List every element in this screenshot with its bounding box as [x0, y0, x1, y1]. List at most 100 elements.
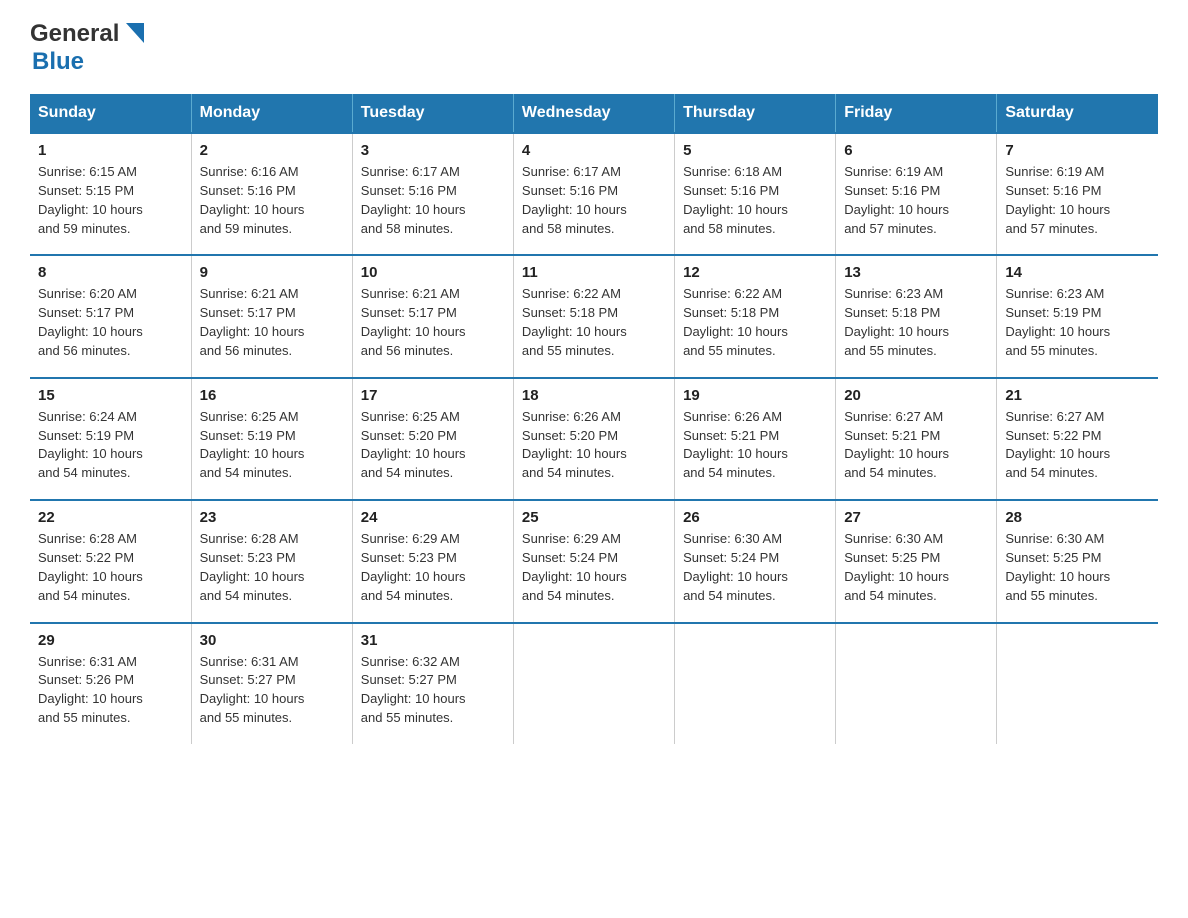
- day-info: Sunrise: 6:31 AMSunset: 5:27 PMDaylight:…: [200, 654, 305, 726]
- week-row-3: 15Sunrise: 6:24 AMSunset: 5:19 PMDayligh…: [30, 378, 1158, 500]
- day-number: 25: [522, 509, 666, 526]
- day-cell: 6 Sunrise: 6:19 AMSunset: 5:16 PMDaylight…: [836, 133, 997, 255]
- day-cell: 26 Sunrise: 6:30 AMSunset: 5:24 PMDayligh…: [675, 500, 836, 622]
- day-cell: [836, 623, 997, 744]
- day-number: 15: [38, 387, 183, 404]
- day-cell: 8 Sunrise: 6:20 AMSunset: 5:17 PMDaylight…: [30, 255, 191, 377]
- day-number: 24: [361, 509, 505, 526]
- day-cell: 21 Sunrise: 6:27 AMSunset: 5:22 PMDayligh…: [997, 378, 1158, 500]
- day-cell: 30Sunrise: 6:31 AMSunset: 5:27 PMDayligh…: [191, 623, 352, 744]
- day-info: Sunrise: 6:28 AMSunset: 5:23 PMDaylight:…: [200, 531, 305, 603]
- day-number: 20: [844, 387, 988, 404]
- day-number: 22: [38, 509, 183, 526]
- logo-arrow-icon: [122, 23, 144, 48]
- header-cell-monday: Monday: [191, 94, 352, 133]
- day-cell: 23 Sunrise: 6:28 AMSunset: 5:23 PMDayligh…: [191, 500, 352, 622]
- day-cell: 7Sunrise: 6:19 AMSunset: 5:16 PMDaylight…: [997, 133, 1158, 255]
- day-number: 23: [200, 509, 344, 526]
- logo-blue-label: Blue: [32, 48, 84, 75]
- day-cell: 9 Sunrise: 6:21 AMSunset: 5:17 PMDaylight…: [191, 255, 352, 377]
- day-info: Sunrise: 6:29 AMSunset: 5:23 PMDaylight:…: [361, 531, 466, 603]
- calendar-body: 1Sunrise: 6:15 AMSunset: 5:15 PMDaylight…: [30, 133, 1158, 744]
- header-row: SundayMondayTuesdayWednesdayThursdayFrid…: [30, 94, 1158, 133]
- week-row-1: 1Sunrise: 6:15 AMSunset: 5:15 PMDaylight…: [30, 133, 1158, 255]
- day-cell: 27 Sunrise: 6:30 AMSunset: 5:25 PMDayligh…: [836, 500, 997, 622]
- day-info: Sunrise: 6:15 AMSunset: 5:15 PMDaylight:…: [38, 164, 143, 236]
- week-row-4: 22Sunrise: 6:28 AMSunset: 5:22 PMDayligh…: [30, 500, 1158, 622]
- logo-bottom-row: Blue: [30, 48, 144, 76]
- day-cell: 15Sunrise: 6:24 AMSunset: 5:19 PMDayligh…: [30, 378, 191, 500]
- day-cell: 12Sunrise: 6:22 AMSunset: 5:18 PMDayligh…: [675, 255, 836, 377]
- day-number: 11: [522, 264, 666, 281]
- day-number: 10: [361, 264, 505, 281]
- logo: General Blue: [30, 20, 144, 76]
- day-number: 2: [200, 142, 344, 159]
- day-cell: 1Sunrise: 6:15 AMSunset: 5:15 PMDaylight…: [30, 133, 191, 255]
- day-info: Sunrise: 6:30 AMSunset: 5:25 PMDaylight:…: [844, 531, 949, 603]
- day-info: Sunrise: 6:25 AMSunset: 5:19 PMDaylight:…: [200, 409, 305, 481]
- day-cell: 13Sunrise: 6:23 AMSunset: 5:18 PMDayligh…: [836, 255, 997, 377]
- day-number: 4: [522, 142, 666, 159]
- day-cell: 18 Sunrise: 6:26 AMSunset: 5:20 PMDayligh…: [513, 378, 674, 500]
- day-cell: 10 Sunrise: 6:21 AMSunset: 5:17 PMDayligh…: [352, 255, 513, 377]
- day-info: Sunrise: 6:31 AMSunset: 5:26 PMDaylight:…: [38, 654, 143, 726]
- day-cell: 11 Sunrise: 6:22 AMSunset: 5:18 PMDayligh…: [513, 255, 674, 377]
- day-info: Sunrise: 6:19 AMSunset: 5:16 PMDaylight:…: [844, 164, 949, 236]
- day-number: 13: [844, 264, 988, 281]
- day-cell: 16 Sunrise: 6:25 AMSunset: 5:19 PMDayligh…: [191, 378, 352, 500]
- day-number: 6: [844, 142, 988, 159]
- day-cell: 22Sunrise: 6:28 AMSunset: 5:22 PMDayligh…: [30, 500, 191, 622]
- day-cell: 29 Sunrise: 6:31 AMSunset: 5:26 PMDayligh…: [30, 623, 191, 744]
- day-cell: [513, 623, 674, 744]
- day-info: Sunrise: 6:26 AMSunset: 5:20 PMDaylight:…: [522, 409, 627, 481]
- day-info: Sunrise: 6:20 AMSunset: 5:17 PMDaylight:…: [38, 286, 143, 358]
- day-info: Sunrise: 6:17 AMSunset: 5:16 PMDaylight:…: [522, 164, 627, 236]
- day-info: Sunrise: 6:18 AMSunset: 5:16 PMDaylight:…: [683, 164, 788, 236]
- day-number: 8: [38, 264, 183, 281]
- day-info: Sunrise: 6:32 AMSunset: 5:27 PMDaylight:…: [361, 654, 466, 726]
- header-cell-wednesday: Wednesday: [513, 94, 674, 133]
- day-number: 29: [38, 632, 183, 649]
- day-info: Sunrise: 6:21 AMSunset: 5:17 PMDaylight:…: [361, 286, 466, 358]
- day-cell: 20 Sunrise: 6:27 AMSunset: 5:21 PMDayligh…: [836, 378, 997, 500]
- day-number: 26: [683, 509, 827, 526]
- day-cell: 17Sunrise: 6:25 AMSunset: 5:20 PMDayligh…: [352, 378, 513, 500]
- week-row-2: 8 Sunrise: 6:20 AMSunset: 5:17 PMDaylight…: [30, 255, 1158, 377]
- day-number: 9: [200, 264, 344, 281]
- day-cell: 3Sunrise: 6:17 AMSunset: 5:16 PMDaylight…: [352, 133, 513, 255]
- header-cell-friday: Friday: [836, 94, 997, 133]
- header-cell-saturday: Saturday: [997, 94, 1158, 133]
- day-info: Sunrise: 6:17 AMSunset: 5:16 PMDaylight:…: [361, 164, 466, 236]
- day-info: Sunrise: 6:27 AMSunset: 5:22 PMDaylight:…: [1005, 409, 1110, 481]
- day-info: Sunrise: 6:22 AMSunset: 5:18 PMDaylight:…: [683, 286, 788, 358]
- header-cell-sunday: Sunday: [30, 94, 191, 133]
- day-cell: [675, 623, 836, 744]
- day-number: 16: [200, 387, 344, 404]
- day-info: Sunrise: 6:29 AMSunset: 5:24 PMDaylight:…: [522, 531, 627, 603]
- day-info: Sunrise: 6:19 AMSunset: 5:16 PMDaylight:…: [1005, 164, 1110, 236]
- day-cell: 2 Sunrise: 6:16 AMSunset: 5:16 PMDaylight…: [191, 133, 352, 255]
- day-cell: 25 Sunrise: 6:29 AMSunset: 5:24 PMDayligh…: [513, 500, 674, 622]
- logo-top-row: General: [30, 20, 144, 48]
- day-info: Sunrise: 6:22 AMSunset: 5:18 PMDaylight:…: [522, 286, 627, 358]
- day-number: 27: [844, 509, 988, 526]
- week-row-5: 29 Sunrise: 6:31 AMSunset: 5:26 PMDayligh…: [30, 623, 1158, 744]
- day-number: 17: [361, 387, 505, 404]
- day-number: 18: [522, 387, 666, 404]
- day-number: 21: [1005, 387, 1150, 404]
- day-cell: 19 Sunrise: 6:26 AMSunset: 5:21 PMDayligh…: [675, 378, 836, 500]
- day-info: Sunrise: 6:16 AMSunset: 5:16 PMDaylight:…: [200, 164, 305, 236]
- day-cell: 14Sunrise: 6:23 AMSunset: 5:19 PMDayligh…: [997, 255, 1158, 377]
- day-info: Sunrise: 6:30 AMSunset: 5:24 PMDaylight:…: [683, 531, 788, 603]
- day-info: Sunrise: 6:27 AMSunset: 5:21 PMDaylight:…: [844, 409, 949, 481]
- day-number: 19: [683, 387, 827, 404]
- day-cell: 28Sunrise: 6:30 AMSunset: 5:25 PMDayligh…: [997, 500, 1158, 622]
- day-info: Sunrise: 6:26 AMSunset: 5:21 PMDaylight:…: [683, 409, 788, 481]
- header-cell-thursday: Thursday: [675, 94, 836, 133]
- day-info: Sunrise: 6:21 AMSunset: 5:17 PMDaylight:…: [200, 286, 305, 358]
- header-cell-tuesday: Tuesday: [352, 94, 513, 133]
- calendar-table: SundayMondayTuesdayWednesdayThursdayFrid…: [30, 94, 1158, 744]
- page-header: General Blue: [30, 20, 1158, 76]
- logo-general-label: General: [30, 20, 119, 48]
- day-number: 5: [683, 142, 827, 159]
